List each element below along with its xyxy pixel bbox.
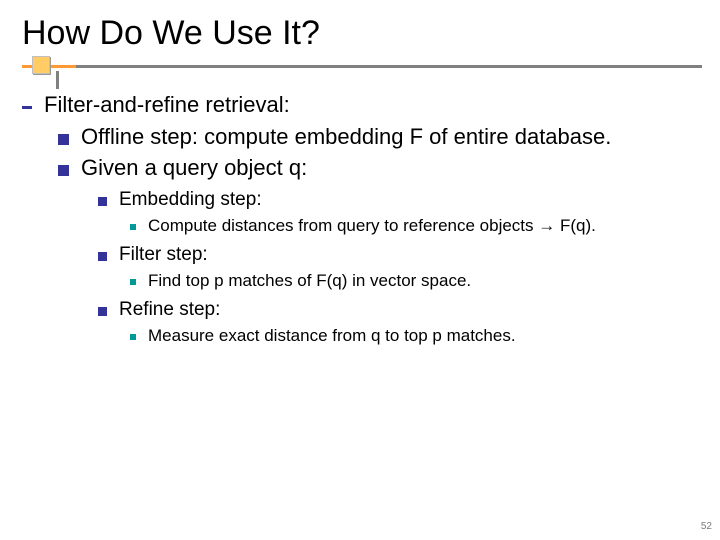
title-decoration <box>22 59 702 81</box>
bullet-level-4: Compute distances from query to referenc… <box>130 215 702 236</box>
rule-line <box>22 65 702 68</box>
page-number: 52 <box>701 521 712 532</box>
square-bullet-icon <box>58 134 69 145</box>
rule-tick-icon <box>56 71 59 89</box>
bullet-level-1: Filter-and-refine retrieval: <box>22 91 702 119</box>
square-bullet-icon <box>58 165 69 176</box>
bullet-level-2: Offline step: compute embedding F of ent… <box>58 123 702 151</box>
bullet-text: Compute distances from query to referenc… <box>148 215 702 236</box>
bullet-text: Given a query object q: <box>81 154 702 182</box>
bullet-text: Embedding step: <box>119 188 702 212</box>
bullet-text: Filter-and-refine retrieval: <box>44 91 702 119</box>
square-bullet-icon <box>130 334 136 340</box>
bullet-level-4: Measure exact distance from q to top p m… <box>130 325 702 346</box>
bullet-level-3: Embedding step: <box>98 188 702 212</box>
bullet-level-4: Find top p matches of F(q) in vector spa… <box>130 270 702 291</box>
bullet-level-3: Filter step: <box>98 243 702 267</box>
square-bullet-icon <box>98 197 107 206</box>
dash-bullet-icon <box>22 106 32 109</box>
bullet-text: Refine step: <box>119 298 702 322</box>
square-bullet-icon <box>130 279 136 285</box>
rule-box-icon <box>32 56 50 74</box>
bullet-text: Find top p matches of F(q) in vector spa… <box>148 270 702 291</box>
bullet-text: Filter step: <box>119 243 702 267</box>
bullet-level-3: Refine step: <box>98 298 702 322</box>
square-bullet-icon <box>130 224 136 230</box>
slide-title: How Do We Use It? <box>22 14 702 53</box>
square-bullet-icon <box>98 307 107 316</box>
bullet-text: Measure exact distance from q to top p m… <box>148 325 702 346</box>
slide: How Do We Use It? Filter-and-refine retr… <box>0 0 720 540</box>
bullet-level-2: Given a query object q: <box>58 154 702 182</box>
square-bullet-icon <box>98 252 107 261</box>
bullet-text: Offline step: compute embedding F of ent… <box>81 123 702 151</box>
slide-body: Filter-and-refine retrieval: Offline ste… <box>22 91 702 347</box>
